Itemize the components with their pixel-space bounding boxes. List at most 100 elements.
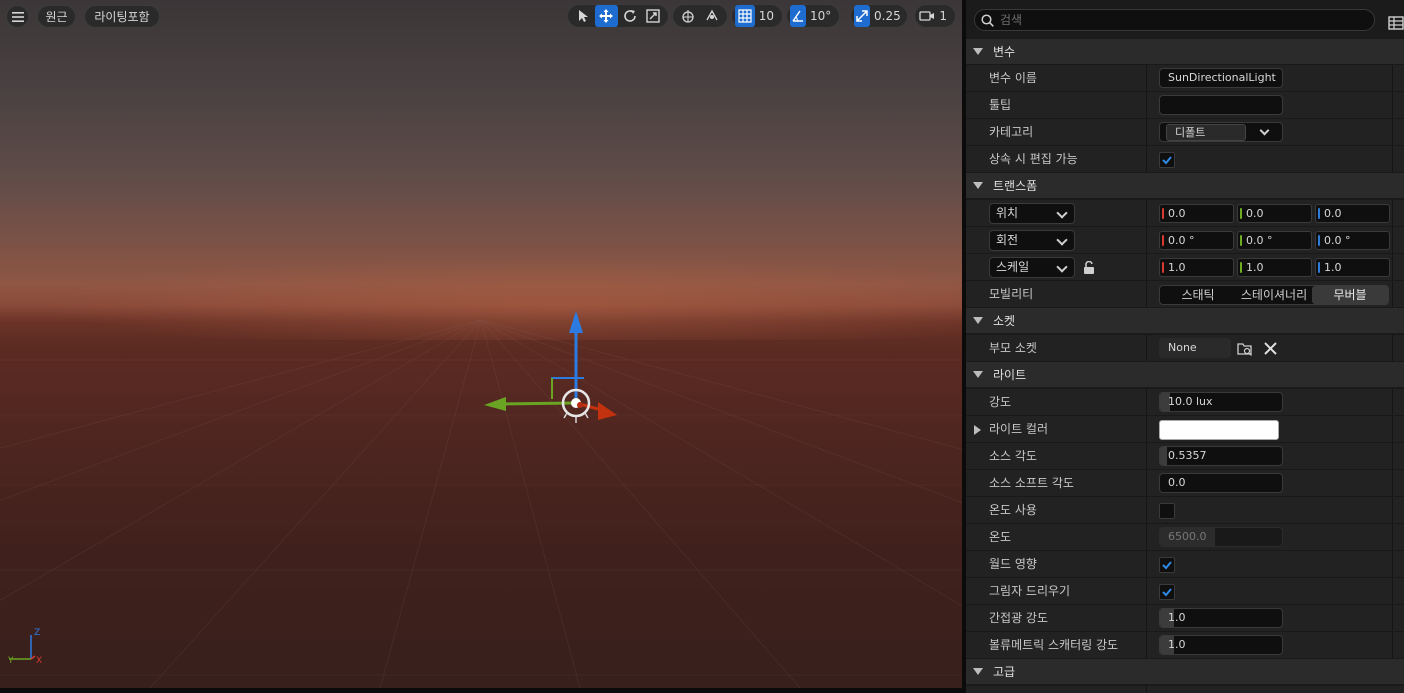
indirect-value: 1.0: [1168, 611, 1186, 624]
clear-icon[interactable]: [1264, 342, 1277, 355]
view-mode-button[interactable]: 원근: [37, 5, 76, 28]
section-socket-title: 소켓: [993, 314, 1016, 328]
location-y-input[interactable]: 0.0: [1237, 204, 1312, 223]
parent-socket-field[interactable]: None: [1159, 338, 1231, 358]
property-matrix-icon[interactable]: [1388, 15, 1404, 31]
globe-icon: [682, 10, 694, 23]
variable-name-input[interactable]: SunDirectionalLight: [1159, 68, 1283, 88]
temperature-label: 온도: [989, 530, 1012, 544]
column-separator: [1146, 686, 1147, 693]
browse-socket-icon[interactable]: [1237, 341, 1253, 357]
column-separator: [1392, 200, 1393, 227]
lighting-mode-button[interactable]: 라이팅포함: [84, 5, 160, 28]
chevron-down-icon: [1259, 125, 1270, 136]
column-separator: [1146, 578, 1147, 605]
category-dropdown[interactable]: 디폴트: [1159, 122, 1283, 142]
intensity-input[interactable]: 10.0 lux: [1159, 392, 1283, 412]
column-separator: [1392, 632, 1393, 659]
camera-speed-button[interactable]: [918, 5, 935, 27]
light-color-swatch[interactable]: [1159, 420, 1279, 440]
column-separator: [1146, 281, 1147, 308]
section-advanced[interactable]: 고급: [966, 658, 1404, 684]
rotation-snap-group[interactable]: 10°: [786, 4, 840, 28]
collapse-arrow-icon: [973, 182, 983, 189]
viewport-menu-button[interactable]: [6, 5, 29, 28]
rotation-x-input[interactable]: 0.0 °: [1159, 231, 1234, 250]
affects-world-checkbox[interactable]: [1159, 557, 1175, 573]
volumetric-input[interactable]: 1.0: [1159, 635, 1283, 655]
axis-y-label: Y: [7, 656, 14, 666]
column-separator: [1392, 551, 1393, 578]
scale-snap-toggle[interactable]: [854, 5, 870, 27]
tooltip-input[interactable]: [1159, 95, 1283, 115]
checkmark-icon: [1162, 588, 1172, 597]
search-field[interactable]: [974, 9, 1375, 31]
scale-snap-group[interactable]: 0.25: [850, 4, 908, 28]
transform-tools: [567, 4, 669, 28]
scale-z-input[interactable]: 1.0: [1315, 258, 1390, 277]
translate-gizmo[interactable]: [480, 305, 630, 430]
row-intensity: 강도 10.0 lux: [966, 388, 1404, 416]
variable-name-label: 변수 이름: [989, 71, 1037, 85]
location-x-input[interactable]: 0.0: [1159, 204, 1234, 223]
use-temperature-checkbox[interactable]: [1159, 503, 1175, 519]
coordinate-tools: [672, 4, 728, 28]
rotation-label: 회전: [996, 233, 1019, 247]
scale-dropdown[interactable]: 스케일: [989, 257, 1075, 278]
column-separator: [1146, 443, 1147, 470]
row-variable-name: 변수 이름 SunDirectionalLight: [966, 64, 1404, 92]
column-separator: [1146, 200, 1147, 227]
scale-tool[interactable]: [642, 5, 666, 27]
section-advanced-title: 고급: [993, 665, 1016, 679]
mobility-stationary-option[interactable]: 스테이셔너리: [1236, 286, 1312, 304]
scale-y-input[interactable]: 1.0: [1237, 258, 1312, 277]
section-light[interactable]: 라이트: [966, 361, 1404, 387]
rotation-dropdown[interactable]: 회전: [989, 230, 1075, 251]
row-parent-socket: 부모 소켓 None: [966, 334, 1404, 362]
rotate-tool[interactable]: [618, 5, 642, 27]
level-viewport[interactable]: 원근 라이팅포함 10 10° 0.25 1 Z Y X: [0, 0, 962, 688]
rotation-snap-toggle[interactable]: [790, 5, 806, 27]
grid-snap-toggle[interactable]: [735, 5, 755, 27]
section-variable[interactable]: 변수: [966, 38, 1404, 64]
mobility-label: 모빌리티: [989, 287, 1034, 301]
column-separator: [1392, 470, 1393, 497]
section-transform[interactable]: 트랜스폼: [966, 172, 1404, 198]
indirect-input[interactable]: 1.0: [1159, 608, 1283, 628]
mobility-movable-option[interactable]: 무버블: [1312, 286, 1388, 304]
column-separator: [1146, 389, 1147, 416]
section-socket[interactable]: 소켓: [966, 307, 1404, 333]
source-soft-angle-input[interactable]: 0.0: [1159, 473, 1283, 493]
rotation-y-input[interactable]: 0.0 °: [1237, 231, 1312, 250]
expand-arrow-icon[interactable]: [974, 425, 981, 435]
translate-tool[interactable]: [594, 5, 618, 27]
parent-socket-value: None: [1168, 341, 1197, 354]
cast-shadows-checkbox[interactable]: [1159, 584, 1175, 600]
rotate-icon: [623, 10, 636, 22]
location-z-input[interactable]: 0.0: [1315, 204, 1390, 223]
scale-x-input[interactable]: 1.0: [1159, 258, 1234, 277]
cursor-icon: [578, 10, 588, 22]
source-angle-value: 0.5357: [1168, 449, 1207, 462]
camera-speed-group[interactable]: 1: [914, 4, 956, 28]
temperature-input[interactable]: 6500.0: [1159, 527, 1283, 547]
rotation-z-input[interactable]: 0.0 °: [1315, 231, 1390, 250]
column-separator: [1146, 470, 1147, 497]
grid-snap-group[interactable]: 10: [731, 4, 783, 28]
source-angle-input[interactable]: 0.5357: [1159, 446, 1283, 466]
location-dropdown[interactable]: 위치: [989, 203, 1075, 224]
column-separator: [1146, 497, 1147, 524]
unlock-icon[interactable]: [1082, 261, 1096, 275]
surface-snap-toggle[interactable]: [700, 5, 724, 27]
column-separator: [1392, 227, 1393, 254]
row-use-temperature: 온도 사용: [966, 496, 1404, 524]
column-separator: [1392, 497, 1393, 524]
mobility-static-option[interactable]: 스태틱: [1160, 286, 1236, 304]
volumetric-value: 1.0: [1168, 638, 1186, 651]
column-separator: [1392, 389, 1393, 416]
column-separator: [1392, 335, 1393, 362]
editable-checkbox[interactable]: [1159, 152, 1175, 168]
select-tool[interactable]: [571, 5, 595, 27]
search-input[interactable]: [1000, 13, 1360, 27]
world-space-toggle[interactable]: [676, 5, 700, 27]
